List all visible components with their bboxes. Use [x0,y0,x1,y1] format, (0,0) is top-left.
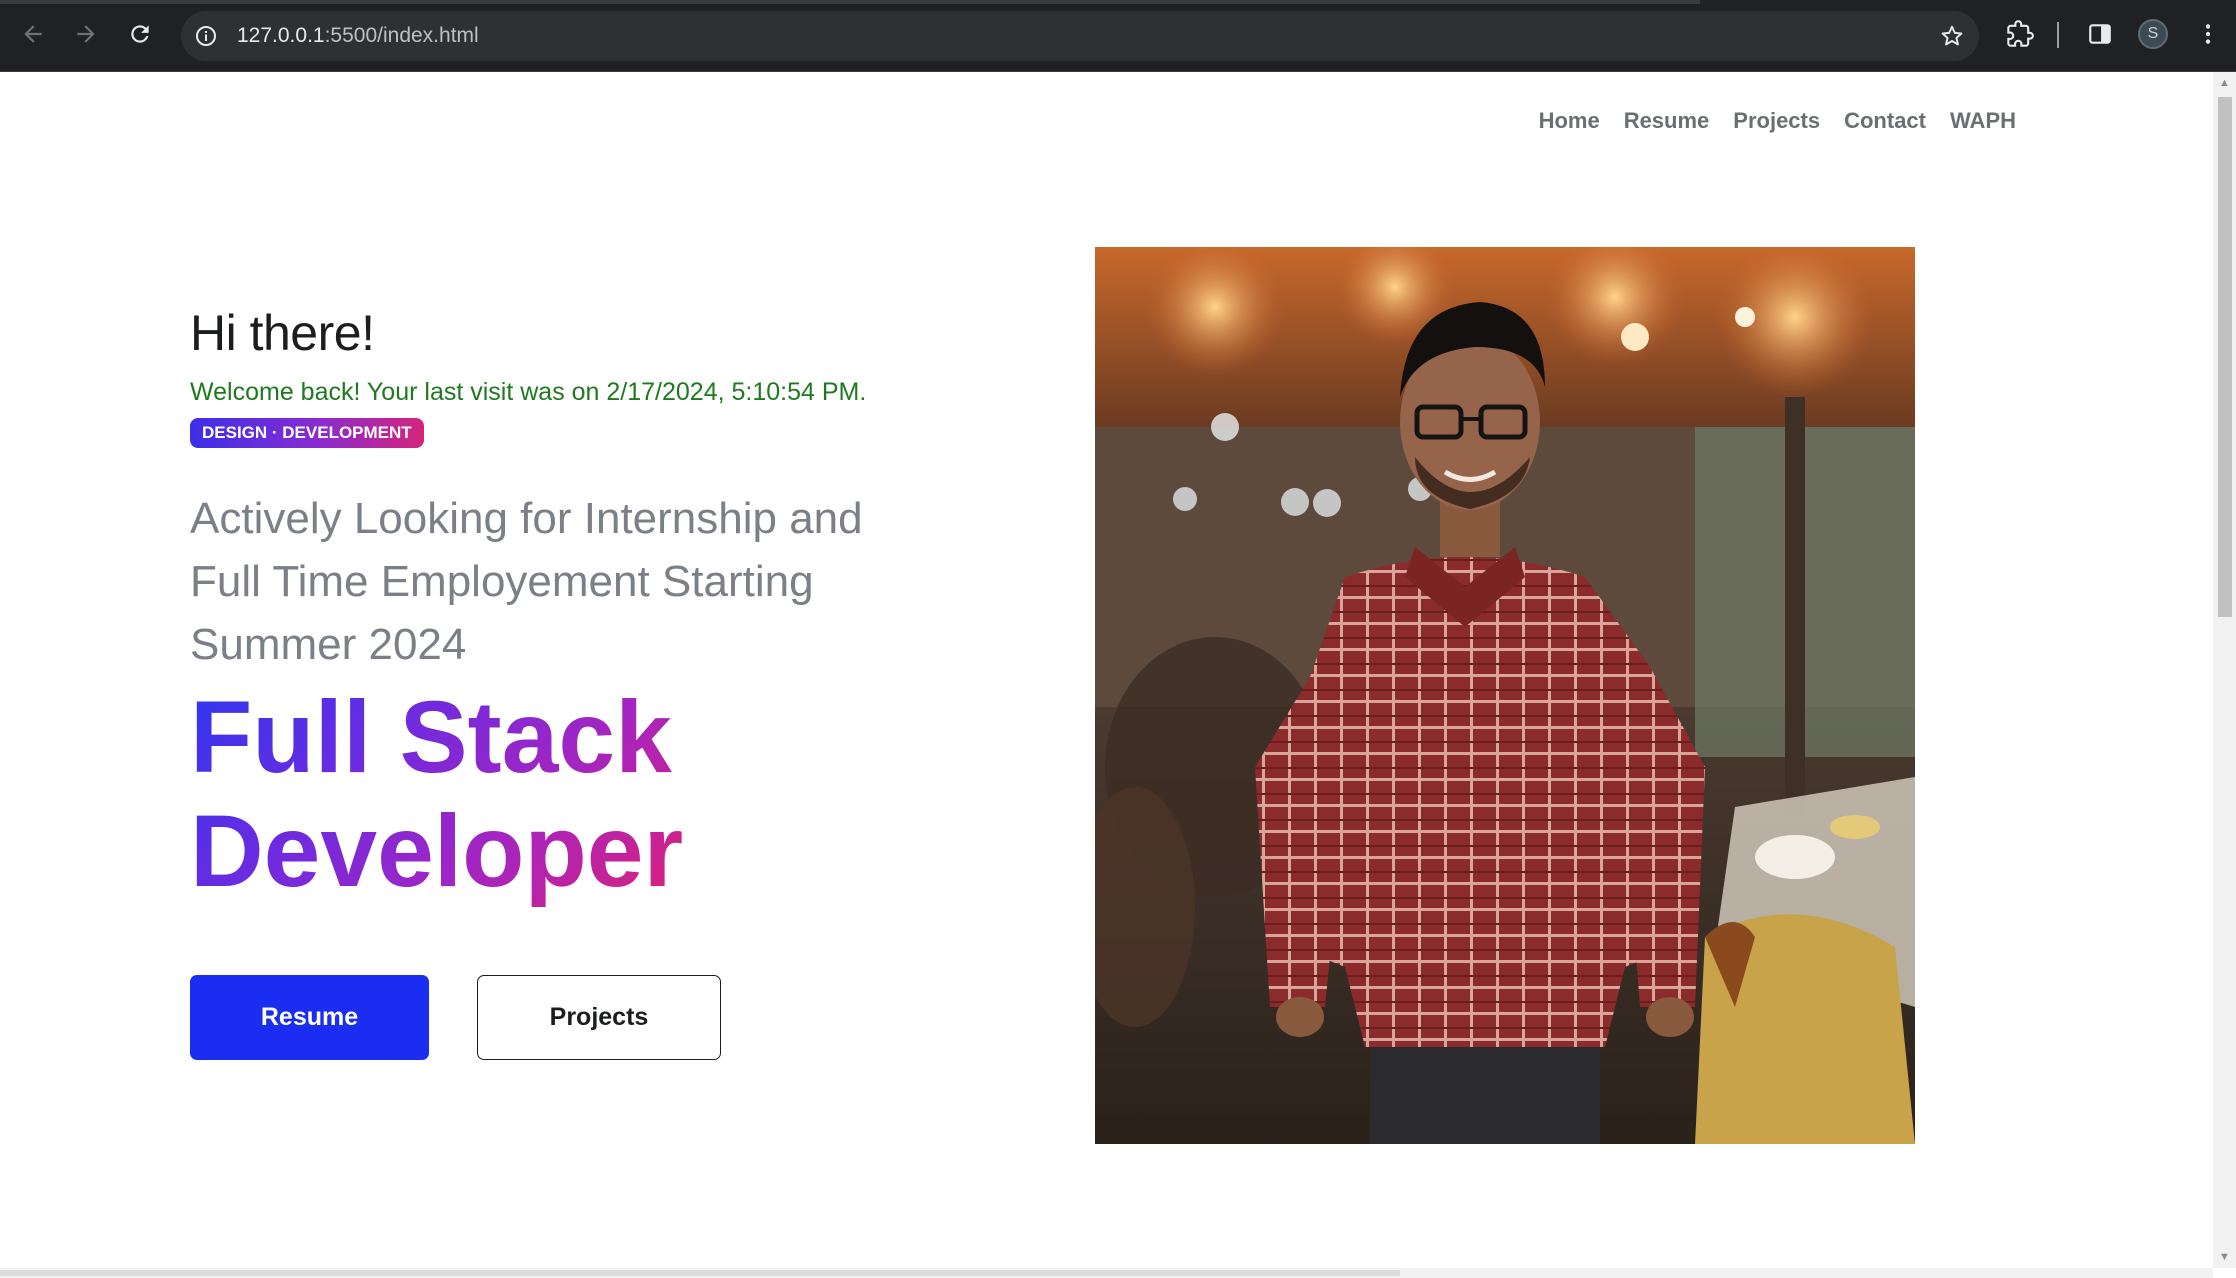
url-text: 127.0.0.1:5500/index.html [237,24,479,47]
address-bar[interactable]: 127.0.0.1:5500/index.html [181,11,1979,61]
site-nav: Home Resume Projects Contact WAPH [1539,108,2016,134]
nav-link-contact[interactable]: Contact [1844,108,1926,134]
info-icon [196,26,216,46]
horizontal-scrollbar-thumb[interactable] [0,1270,1400,1276]
puzzle-icon [2007,20,2034,47]
profile-button[interactable]: S [2133,14,2173,54]
arrow-left-icon [24,25,42,43]
skills-badge: DESIGN · DEVELOPMENT [190,418,424,448]
avatar: S [2138,19,2168,49]
forward-button[interactable] [66,14,106,54]
toolbar-divider [2057,22,2059,48]
browser-toolbar: 127.0.0.1:5500/index.html S [0,0,2236,72]
side-panel-icon [2089,24,2111,44]
role-title: Full Stack Developer [190,680,683,908]
role-title-line-2: Developer [190,794,684,908]
reload-button[interactable] [120,14,160,54]
reload-icon [131,25,149,43]
nav-link-resume[interactable]: Resume [1624,108,1710,134]
vertical-scrollbar[interactable]: ▲ ▼ [2213,72,2236,1268]
resume-button[interactable]: Resume [190,975,429,1060]
vertical-scrollbar-thumb[interactable] [2218,97,2232,617]
tab-strip-edge [0,0,1700,4]
availability-text: Actively Looking for Internship and Full… [190,494,863,669]
browser-menu-button[interactable] [2188,14,2228,54]
nav-link-home[interactable]: Home [1539,108,1600,134]
star-icon [1941,25,1963,46]
last-visit-message: Welcome back! Your last visit was on 2/1… [190,378,867,406]
site-info-button[interactable] [191,21,221,51]
role-title-line-1: Full Stack [190,680,672,794]
nav-link-projects[interactable]: Projects [1733,108,1820,134]
projects-button[interactable]: Projects [477,975,721,1060]
profile-photo-illustration [1095,247,1915,1144]
arrow-right-icon [77,25,95,43]
greeting-heading: Hi there! [190,305,375,361]
nav-link-waph[interactable]: WAPH [1950,108,2016,134]
kebab-menu-icon [2205,24,2211,44]
side-panel-button[interactable] [2080,14,2120,54]
profile-photo [1095,247,1915,1144]
horizontal-scrollbar[interactable] [0,1268,2213,1278]
scroll-down-arrow-icon[interactable]: ▼ [2218,1252,2231,1263]
back-button[interactable] [13,14,53,54]
extensions-button[interactable] [2000,14,2040,54]
scroll-up-arrow-icon[interactable]: ▲ [2218,78,2231,89]
bookmark-button[interactable] [1937,21,1967,51]
